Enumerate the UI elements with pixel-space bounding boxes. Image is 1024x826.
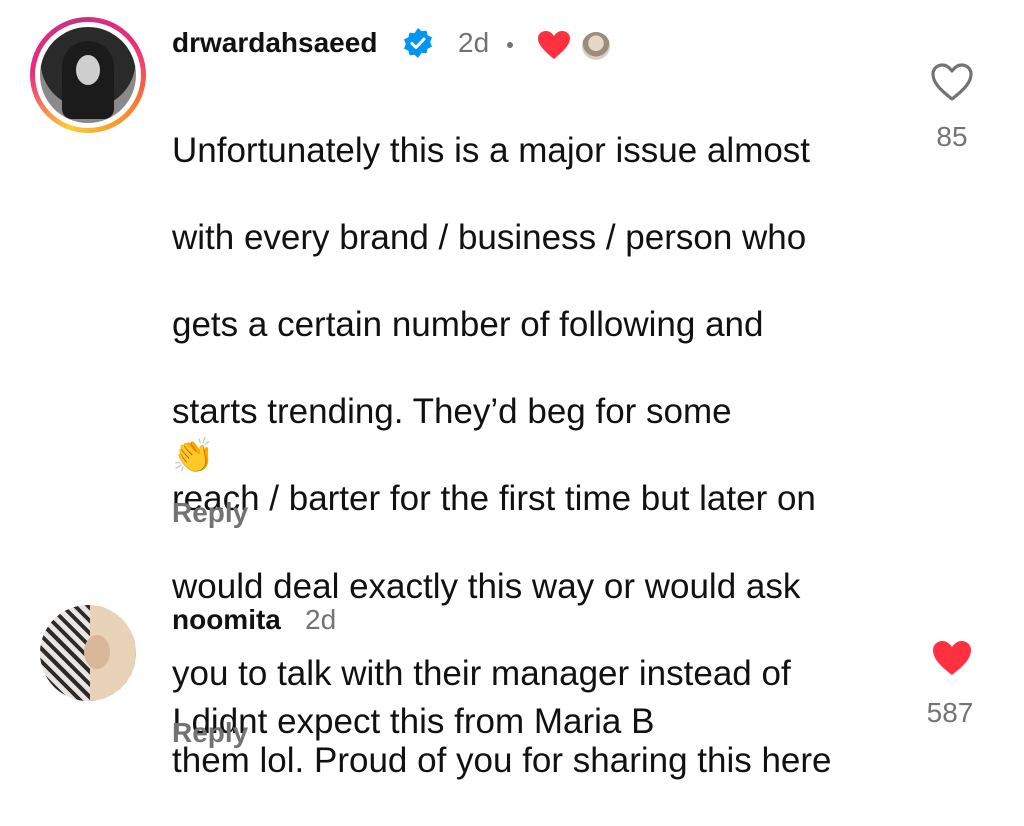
avatar xyxy=(40,27,136,123)
comment-text-line: gets a certain number of following and xyxy=(172,304,764,344)
comment-text-line: starts trending. They’d beg for some xyxy=(172,392,732,432)
avatar-story-ring[interactable] xyxy=(30,17,146,133)
heart-icon-filled[interactable] xyxy=(930,638,974,678)
avatar-face xyxy=(84,635,110,669)
reply-button[interactable]: Reply xyxy=(172,716,248,750)
comment-username[interactable]: noomita xyxy=(172,603,281,637)
comment-timestamp: 2d xyxy=(458,27,490,58)
like-count: 85 xyxy=(936,121,968,152)
comment-username[interactable]: drwardahsaeed xyxy=(172,26,377,60)
avatar[interactable] xyxy=(40,605,136,701)
comment-timestamp: 2d xyxy=(305,604,337,635)
reply-button[interactable]: Reply xyxy=(172,496,248,530)
avatar-face xyxy=(76,55,100,85)
verified-badge-icon xyxy=(404,28,432,58)
comment-text-line: Unfortunately this is a major issue almo… xyxy=(172,130,811,170)
clapping-hands-emoji: 👏 xyxy=(172,437,215,475)
creator-avatar-mini xyxy=(582,32,610,60)
like-count: 587 xyxy=(926,697,974,728)
comment-item: drwardahsaeed 2d Unfortunately this is a… xyxy=(0,0,1024,780)
creator-heart-icon xyxy=(538,31,570,59)
separator-dot xyxy=(507,42,513,48)
comment-text-line: with every brand / business / person who xyxy=(172,217,807,257)
heart-icon[interactable] xyxy=(930,62,974,102)
comment-text-line: reach / barter for the first time but la… xyxy=(172,479,816,519)
comment-item: noomita 2d I didnt expect this from Mari… xyxy=(0,590,1024,762)
